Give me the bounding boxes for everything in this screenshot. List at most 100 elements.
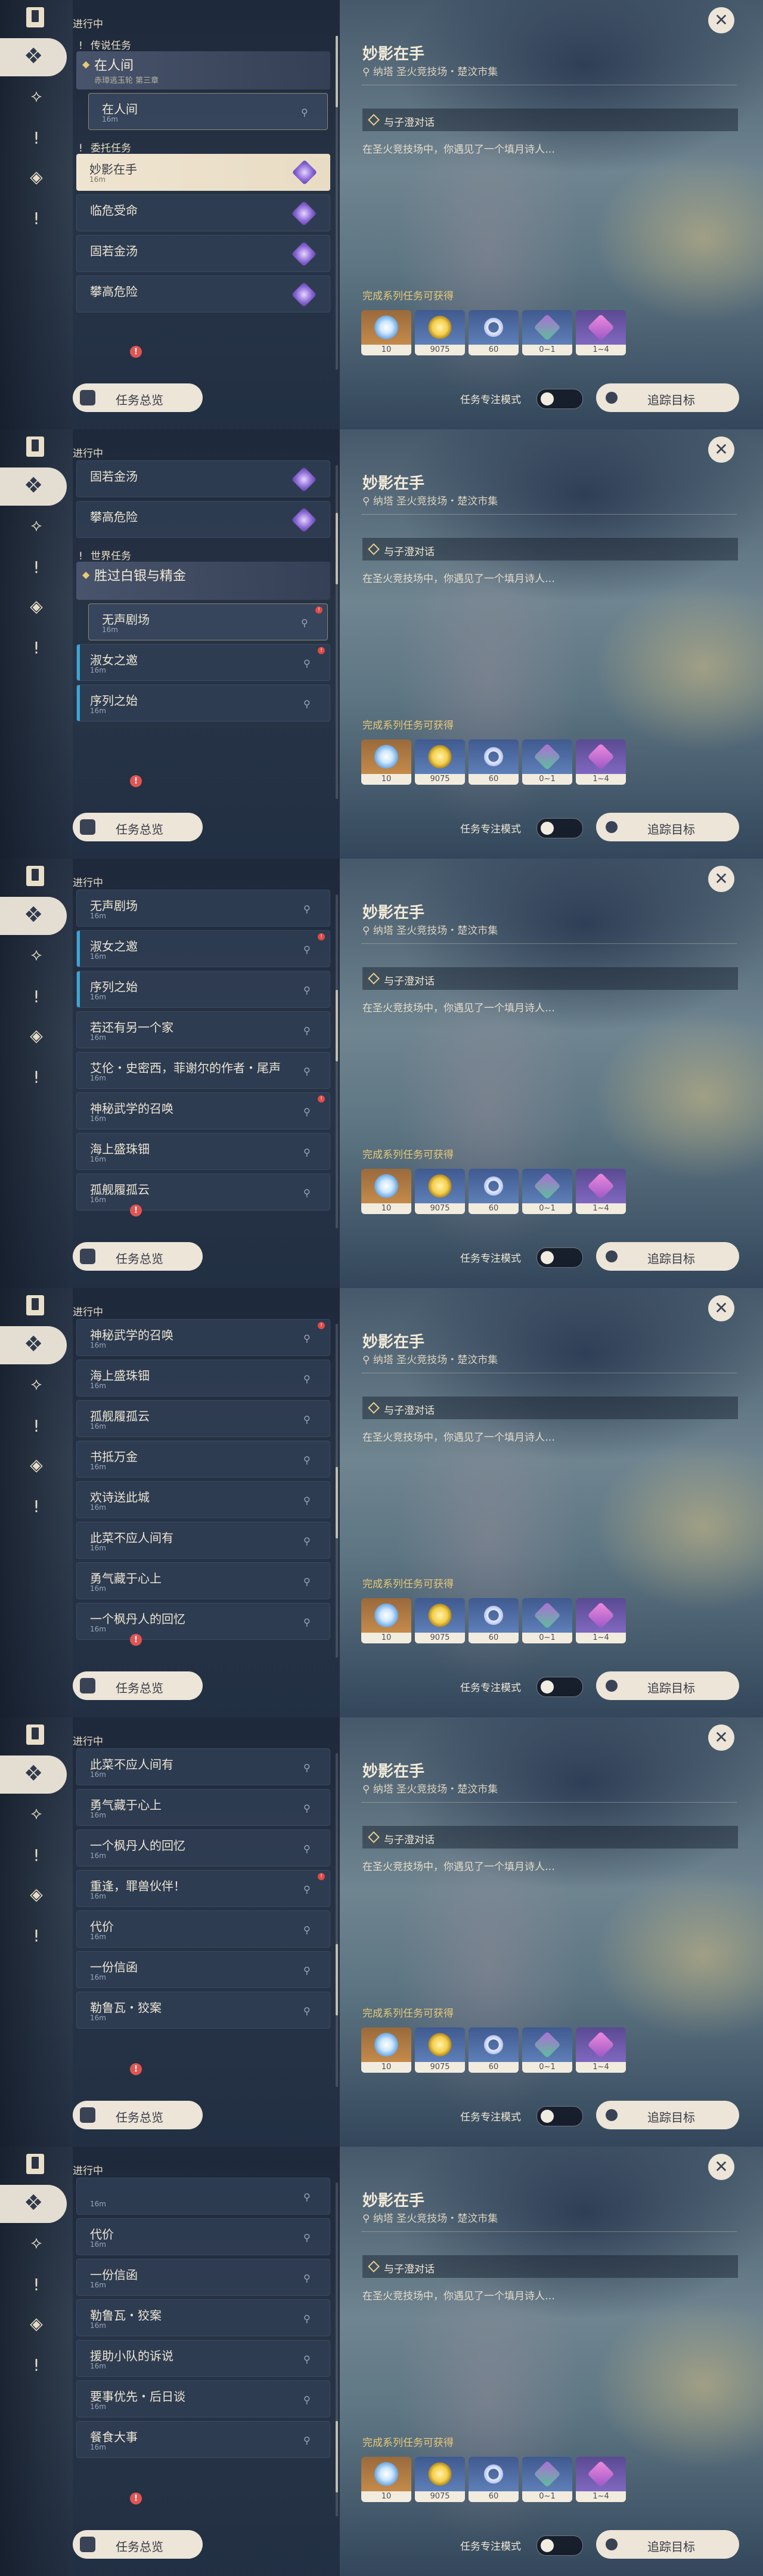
- reward-item[interactable]: 60: [469, 310, 519, 355]
- reward-item[interactable]: 60: [469, 2027, 519, 2073]
- quest-row[interactable]: 临危受命: [76, 194, 330, 231]
- location-pin-icon[interactable]: ⚲: [303, 1535, 312, 1547]
- location-pin-icon[interactable]: ⚲: [303, 1333, 312, 1344]
- compass-icon[interactable]: ⟡: [24, 1371, 49, 1397]
- exclamation-icon[interactable]: !: [24, 2352, 49, 2377]
- track-target-button[interactable]: 追踪目标: [596, 1242, 739, 1271]
- quest-book-icon[interactable]: [26, 436, 44, 457]
- scrollbar-thumb[interactable]: [336, 513, 338, 584]
- location-pin-icon[interactable]: ⚲: [303, 944, 312, 955]
- location-pin-icon[interactable]: ⚲: [303, 1414, 312, 1425]
- quest-row[interactable]: 攀高危险: [76, 275, 330, 312]
- reward-item[interactable]: 9075: [415, 2027, 465, 2073]
- close-icon[interactable]: ✕: [708, 7, 734, 33]
- quest-row[interactable]: 此菜不应人间有 16m ⚲: [76, 1522, 330, 1559]
- location-pin-icon[interactable]: ⚲: [303, 1025, 312, 1036]
- nav-selected-tab[interactable]: ❖: [0, 2185, 67, 2223]
- quest-row[interactable]: 若还有另一个家 16m ⚲: [76, 1011, 330, 1048]
- quest-row[interactable]: 无声剧场 16m ⚲: [76, 890, 330, 927]
- quest-row[interactable]: 固若金汤: [76, 460, 330, 497]
- reward-item[interactable]: 0~1: [522, 310, 572, 355]
- location-pin-icon[interactable]: ⚲: [303, 2005, 312, 2017]
- quest-row[interactable]: 一份信函 16m ⚲: [76, 2259, 330, 2296]
- quest-row[interactable]: 一个枫丹人的回忆 16m ⚲: [76, 1603, 330, 1640]
- reward-item[interactable]: 1~4: [576, 2027, 626, 2073]
- location-pin-icon[interactable]: ⚲: [303, 1106, 312, 1117]
- close-icon[interactable]: ✕: [708, 1295, 734, 1321]
- reward-item[interactable]: 0~1: [522, 1598, 572, 1643]
- track-target-button[interactable]: 追踪目标: [596, 813, 739, 841]
- location-pin-icon[interactable]: ⚲: [303, 2232, 312, 2243]
- location-pin-icon[interactable]: ⚲: [303, 2435, 312, 2446]
- location-pin-icon[interactable]: ⚲: [303, 1373, 312, 1385]
- reward-item[interactable]: 0~1: [522, 2457, 572, 2502]
- track-target-button[interactable]: 追踪目标: [596, 2530, 739, 2559]
- quest-row[interactable]: 代价 16m ⚲: [76, 2218, 330, 2255]
- quest-overview-button[interactable]: 任务总览: [73, 2101, 203, 2129]
- location-pin-icon[interactable]: ⚲: [303, 1803, 312, 1814]
- quest-row[interactable]: 要事优先・后日谈 16m ⚲: [76, 2380, 330, 2417]
- compass-icon[interactable]: ⟡: [24, 513, 49, 538]
- scrollbar-thumb[interactable]: [336, 36, 338, 107]
- quest-row[interactable]: 序列之始 16m ⚲: [76, 685, 330, 722]
- nav-selected-tab[interactable]: ❖: [0, 1755, 67, 1794]
- reward-item[interactable]: 9075: [415, 2457, 465, 2502]
- exclamation-icon[interactable]: !: [24, 1064, 49, 1089]
- quest-overview-button[interactable]: 任务总览: [73, 813, 203, 841]
- location-pin-icon[interactable]: ⚲: [303, 1576, 312, 1587]
- location-pin-icon[interactable]: ⚲: [303, 1066, 312, 1077]
- location-pin-icon[interactable]: ⚲: [303, 2313, 312, 2324]
- quest-overview-button[interactable]: 任务总览: [73, 1242, 203, 1271]
- scrollbar-thumb[interactable]: [336, 990, 338, 1061]
- nav-selected-tab[interactable]: ❖: [0, 467, 67, 506]
- location-pin-icon[interactable]: ⚲: [303, 903, 312, 915]
- reward-item[interactable]: 60: [469, 1598, 519, 1643]
- reward-item[interactable]: 1~4: [576, 310, 626, 355]
- scrollbar-thumb[interactable]: [336, 1467, 338, 1538]
- chapter-header[interactable]: ◆ 在人间 赤璋逃玉轮 第三章: [76, 51, 330, 89]
- quest-row[interactable]: 淑女之邀 16m ⚲!: [76, 930, 330, 967]
- scrollbar-thumb[interactable]: [336, 2421, 338, 2493]
- reward-item[interactable]: 0~1: [522, 2027, 572, 2073]
- rhombus-icon[interactable]: ◈: [24, 164, 49, 189]
- quest-row[interactable]: 餐食大事 16m ⚲: [76, 2421, 330, 2458]
- compass-icon[interactable]: ⟡: [24, 83, 49, 109]
- quest-row[interactable]: 无声剧场 16m ⚲!: [88, 603, 328, 640]
- location-pin-icon[interactable]: ⚲: [303, 1884, 312, 1895]
- exclamation-icon[interactable]: !: [24, 984, 49, 1009]
- reward-item[interactable]: 1~4: [576, 1169, 626, 1214]
- focus-mode-toggle[interactable]: [536, 2535, 583, 2556]
- location-pin-icon[interactable]: ⚲: [303, 1924, 312, 1936]
- focus-mode-toggle[interactable]: [536, 1247, 583, 1268]
- track-target-button[interactable]: 追踪目标: [596, 383, 739, 412]
- reward-item[interactable]: 10: [361, 2457, 411, 2502]
- scrollbar-track[interactable]: [336, 1753, 338, 2087]
- reward-item[interactable]: 60: [469, 2457, 519, 2502]
- quest-row[interactable]: 勇气藏于心上 16m ⚲: [76, 1562, 330, 1599]
- rhombus-icon[interactable]: ◈: [24, 1023, 49, 1048]
- quest-row[interactable]: 重逢，罪兽伙伴！ 16m ⚲!: [76, 1870, 330, 1907]
- rhombus-icon[interactable]: ◈: [24, 1452, 49, 1477]
- quest-book-icon[interactable]: [26, 1295, 44, 1315]
- compass-icon[interactable]: ⟡: [24, 942, 49, 967]
- reward-item[interactable]: 9075: [415, 310, 465, 355]
- reward-item[interactable]: 10: [361, 1169, 411, 1214]
- scrollbar-thumb[interactable]: [336, 1944, 338, 2015]
- reward-item[interactable]: 60: [469, 1169, 519, 1214]
- rhombus-icon[interactable]: ◈: [24, 2311, 49, 2336]
- location-pin-icon[interactable]: ⚲: [303, 658, 312, 669]
- nav-selected-tab[interactable]: ❖: [0, 1326, 67, 1364]
- reward-item[interactable]: 10: [361, 2027, 411, 2073]
- rhombus-icon[interactable]: ◈: [24, 593, 49, 618]
- location-pin-icon[interactable]: ⚲: [303, 1454, 312, 1466]
- reward-item[interactable]: 9075: [415, 1169, 465, 1214]
- location-pin-icon[interactable]: ⚲: [303, 1147, 312, 1158]
- quest-row[interactable]: 16m ⚲: [76, 2178, 330, 2215]
- location-pin-icon[interactable]: ⚲: [303, 1617, 312, 1628]
- reward-item[interactable]: 10: [361, 739, 411, 785]
- reward-item[interactable]: 60: [469, 739, 519, 785]
- location-pin-icon[interactable]: ⚲: [303, 1495, 312, 1506]
- quest-overview-button[interactable]: 任务总览: [73, 2530, 203, 2559]
- chapter-header[interactable]: ◆ 胜过白银与精金: [76, 562, 330, 600]
- track-target-button[interactable]: 追踪目标: [596, 2101, 739, 2129]
